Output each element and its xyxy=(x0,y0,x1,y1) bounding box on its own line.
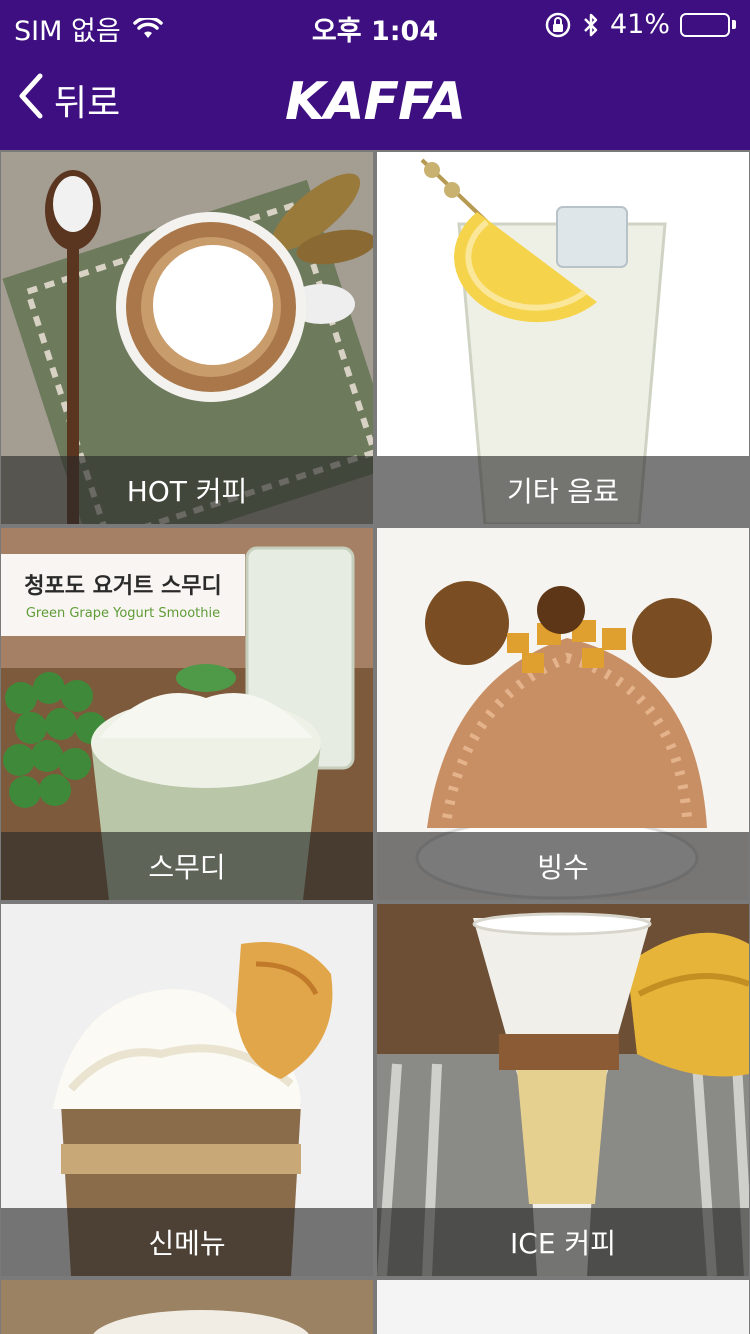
status-bar: SIM 없음 오후 1:04 41% xyxy=(0,0,750,50)
navigation-bar: 뒤로 KAFFA xyxy=(0,50,750,150)
brand-logo: KAFFA xyxy=(284,72,466,132)
menu-tile-label: 신메뉴 xyxy=(1,1208,373,1276)
menu-tile-label: 기타 음료 xyxy=(377,456,749,524)
menu-tile-partial-right[interactable] xyxy=(377,1280,749,1334)
app-screen: SIM 없음 오후 1:04 41% 뒤로 KAFFA HOT 커피 기타 음료… xyxy=(0,0,750,1334)
menu-tile-partial-left[interactable] xyxy=(1,1280,373,1334)
menu-tile-new-menu[interactable]: 신메뉴 xyxy=(1,904,373,1276)
menu-grid: HOT 커피 기타 음료 청포도 요거트 스무디 Green Grape Yog… xyxy=(0,152,750,1334)
promo-subtitle: Green Grape Yogurt Smoothie xyxy=(25,606,221,621)
menu-tile-label: HOT 커피 xyxy=(1,456,373,524)
partial-photo-right xyxy=(377,1280,749,1334)
menu-tile-label: 빙수 xyxy=(377,832,749,900)
menu-tile-hot-coffee[interactable]: HOT 커피 xyxy=(1,152,373,524)
battery-icon xyxy=(680,12,736,37)
menu-tile-smoothie[interactable]: 청포도 요거트 스무디 Green Grape Yogurt Smoothie … xyxy=(1,528,373,900)
bluetooth-icon xyxy=(582,11,600,39)
menu-tile-ice-coffee[interactable]: ICE 커피 xyxy=(377,904,749,1276)
partial-photo-left xyxy=(1,1280,373,1334)
promo-title: 청포도 요거트 스무디 xyxy=(24,574,222,599)
rotation-lock-icon xyxy=(544,11,572,39)
menu-tile-other-drinks[interactable]: 기타 음료 xyxy=(377,152,749,524)
menu-tile-bingsu[interactable]: 빙수 xyxy=(377,528,749,900)
menu-tile-label: ICE 커피 xyxy=(377,1208,749,1276)
top-bar: SIM 없음 오후 1:04 41% 뒤로 KAFFA xyxy=(0,0,750,150)
battery-percent: 41% xyxy=(609,9,670,40)
promo-card: 청포도 요거트 스무디 Green Grape Yogurt Smoothie xyxy=(1,554,245,636)
menu-tile-label: 스무디 xyxy=(1,832,373,900)
